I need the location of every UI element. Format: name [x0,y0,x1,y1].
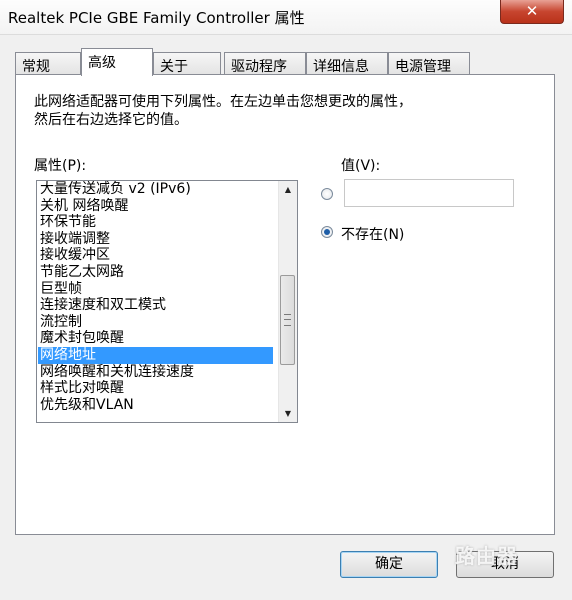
value-input[interactable] [344,179,514,207]
title-bar: Realtek PCIe GBE Family Controller 属性 ✕ [0,0,572,35]
tab-power-management[interactable]: 电源管理 [388,52,470,75]
property-list-item[interactable]: 大量传送减负 v2 (IPv6) [38,181,273,198]
property-list-item[interactable]: 流控制 [38,314,273,331]
property-list-item[interactable]: 环保节能 [38,214,273,231]
property-list-item[interactable]: 巨型帧 [38,281,273,298]
close-button[interactable]: ✕ [500,0,564,24]
scroll-up-icon[interactable]: ▲ [279,181,297,198]
property-list-item[interactable]: 接收端调整 [38,231,273,248]
advanced-panel: 此网络适配器可使用下列属性。在左边单击您想更改的属性， 然后在右边选择它的值。 … [15,74,555,535]
value-label: 值(V): [341,158,381,174]
not-present-label[interactable]: 不存在(N) [341,224,404,244]
property-list-item[interactable]: 样式比对唤醒 [38,380,273,397]
tab-driver[interactable]: 驱动程序 [224,52,306,75]
property-list-item[interactable]: 关机 网络唤醒 [38,198,273,215]
tab-advanced[interactable]: 高级 [81,48,153,76]
close-icon: ✕ [525,2,539,20]
tab-details[interactable]: 详细信息 [306,52,388,75]
property-list-scrollbar[interactable]: ▲ ▼ [278,181,297,422]
tab-general[interactable]: 常规 [15,52,81,75]
grip-icon [284,314,291,326]
watermark-logo: 路由器 [455,544,518,568]
property-list-item[interactable]: 连接速度和双工模式 [38,297,273,314]
ok-button[interactable]: 确定 [340,551,438,578]
window-title: Realtek PCIe GBE Family Controller 属性 [8,9,305,27]
property-list-items: 大量传送减负 v2 (IPv6) 关机 网络唤醒 环保节能 接收端调整 接收缓冲区 节能乙… [38,181,273,413]
property-label: 属性(P): [34,158,87,174]
scroll-down-icon[interactable]: ▼ [279,405,297,422]
property-list-item[interactable]: 优先级和VLAN [38,397,273,414]
property-list[interactable]: 大量传送减负 v2 (IPv6) 关机 网络唤醒 环保节能 接收端调整 接收缓冲区 节能乙… [36,180,298,423]
description-text: 此网络适配器可使用下列属性。在左边单击您想更改的属性， 然后在右边选择它的值。 [34,94,412,128]
property-list-item[interactable]: 节能乙太网路 [38,264,273,281]
value-radio[interactable] [321,188,333,200]
property-list-item[interactable]: 网络地址 [38,346,273,364]
scroll-thumb[interactable] [280,275,295,365]
tab-about[interactable]: 关于 [153,52,221,75]
property-list-item[interactable]: 接收缓冲区 [38,247,273,264]
property-list-item[interactable]: 魔术封包唤醒 [38,330,273,347]
property-list-item[interactable]: 网络唤醒和关机连接速度 [38,364,273,381]
not-present-radio[interactable] [321,226,333,238]
